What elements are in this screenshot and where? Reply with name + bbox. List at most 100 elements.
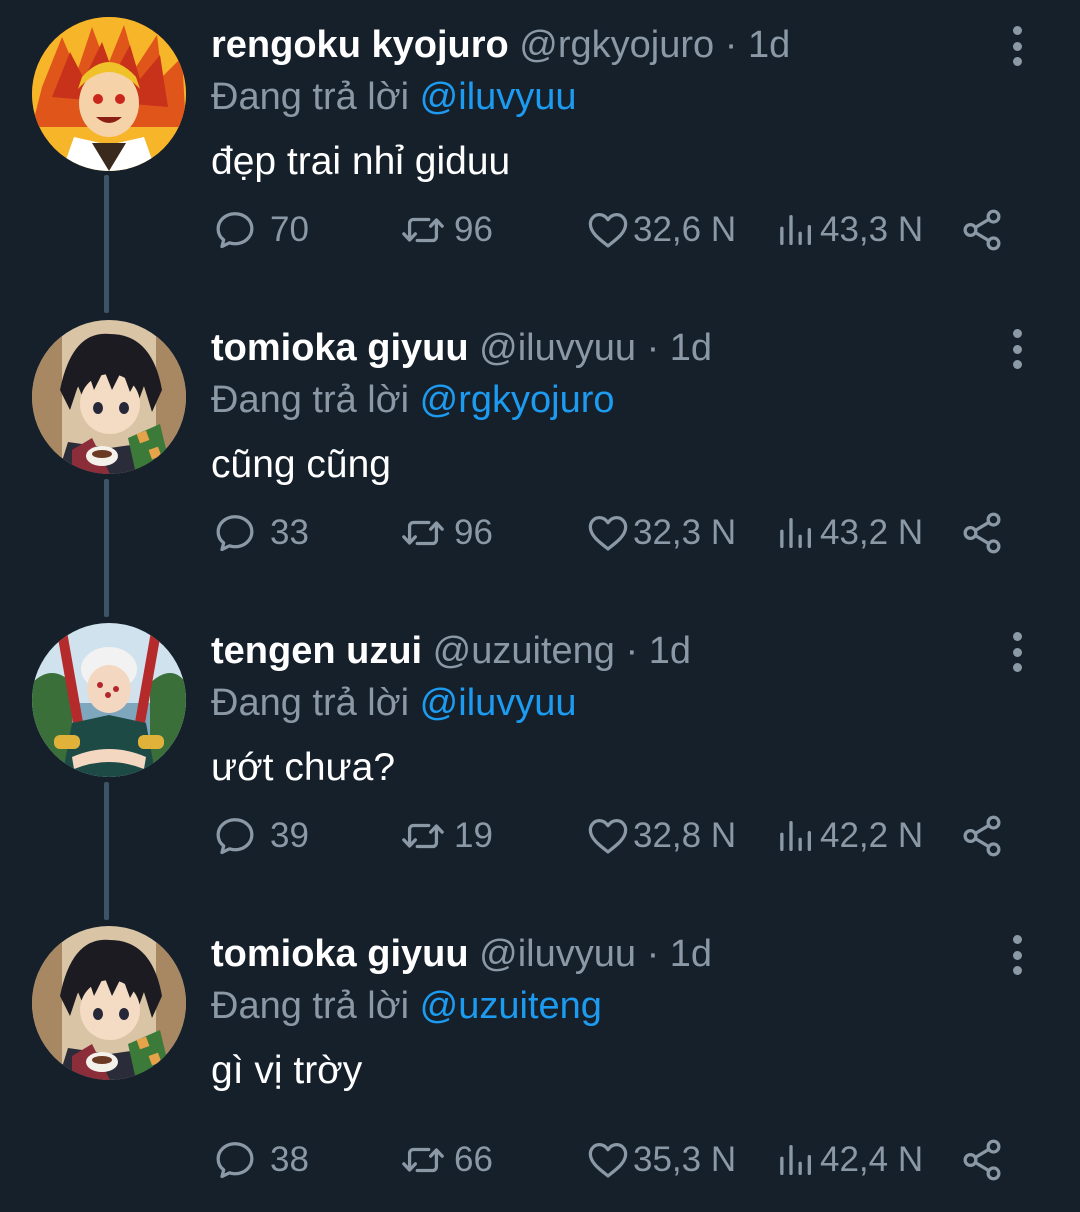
retweet-button[interactable]: 66 <box>396 1130 493 1190</box>
share-nodes-icon <box>959 510 1005 556</box>
timestamp[interactable]: 1d <box>670 933 712 975</box>
view-count: 42,2 N <box>820 816 924 855</box>
author-handle[interactable]: @uzuiteng <box>433 630 615 672</box>
replying-to-label: Đang trả lời <box>211 379 410 421</box>
replying-to-label: Đang trả lời <box>211 985 410 1027</box>
author-handle[interactable]: @rgkyojuro <box>519 24 714 66</box>
more-options-icon[interactable] <box>1000 630 1034 674</box>
rengoku-avatar-image <box>32 17 186 171</box>
like-count: 32,3 N <box>633 513 737 552</box>
bar-chart-icon <box>776 816 816 856</box>
retweet-button[interactable]: 96 <box>396 200 493 260</box>
author-name[interactable]: tomioka giyuu <box>211 327 469 369</box>
like-button[interactable]: 32,3 N <box>585 503 736 563</box>
retweet-button[interactable]: 19 <box>396 806 493 866</box>
timestamp[interactable]: 1d <box>649 630 691 672</box>
bar-chart-icon <box>776 210 816 250</box>
share-button[interactable] <box>959 200 1005 260</box>
heart-outline-icon <box>585 1137 631 1183</box>
mention-link[interactable]: @rgkyojuro <box>420 379 615 421</box>
more-options-icon[interactable] <box>1000 24 1034 68</box>
avatar[interactable] <box>32 623 186 777</box>
action-bar: 38 66 35,3 N 42,4 N <box>0 1130 1080 1190</box>
retweet-arrows-icon <box>396 207 450 253</box>
timestamp[interactable]: 1d <box>670 327 712 369</box>
retweet-count: 96 <box>454 210 493 249</box>
replying-to: Đang trả lời @rgkyojuro <box>211 375 615 425</box>
tweet-text: ướt chưa? <box>211 746 396 789</box>
avatar[interactable] <box>32 926 186 1080</box>
views-button[interactable]: 42,4 N <box>776 1130 923 1190</box>
retweet-arrows-icon <box>396 1137 450 1183</box>
views-button[interactable]: 42,2 N <box>776 806 923 866</box>
share-button[interactable] <box>959 806 1005 866</box>
more-options-icon[interactable] <box>1000 933 1034 977</box>
timestamp[interactable]: 1d <box>748 24 790 66</box>
tweet-text: đẹp trai nhỉ giduu <box>211 140 511 183</box>
like-button[interactable]: 35,3 N <box>585 1130 736 1190</box>
tweet-header: rengoku kyojuro @rgkyojuro · 1d <box>211 20 790 70</box>
mention-link[interactable]: @iluvyuu <box>420 682 577 724</box>
heart-outline-icon <box>585 510 631 556</box>
share-button[interactable] <box>959 1130 1005 1190</box>
like-button[interactable]: 32,6 N <box>585 200 736 260</box>
heart-outline-icon <box>585 207 631 253</box>
author-handle[interactable]: @iluvyuu <box>479 327 636 369</box>
reply-count: 33 <box>270 513 309 552</box>
tweet-text: cũng cũng <box>211 443 391 486</box>
speech-bubble-icon <box>212 813 258 859</box>
retweet-count: 96 <box>454 513 493 552</box>
replying-to: Đang trả lời @uzuiteng <box>211 981 602 1031</box>
heart-outline-icon <box>585 813 631 859</box>
speech-bubble-icon <box>212 510 258 556</box>
avatar[interactable] <box>32 320 186 474</box>
tweet[interactable]: tengen uzui @uzuiteng · 1d Đang trả lời … <box>0 606 1080 909</box>
tweet[interactable]: rengoku kyojuro @rgkyojuro · 1d Đang trả… <box>0 0 1080 303</box>
replying-to-label: Đang trả lời <box>211 76 410 118</box>
reply-button[interactable]: 33 <box>212 503 309 563</box>
mention-link[interactable]: @iluvyuu <box>420 76 577 118</box>
retweet-count: 66 <box>454 1140 493 1179</box>
retweet-button[interactable]: 96 <box>396 503 493 563</box>
tweet[interactable]: tomioka giyuu @iluvyuu · 1d Đang trả lời… <box>0 909 1080 1212</box>
author-name[interactable]: tengen uzui <box>211 630 422 672</box>
reply-button[interactable]: 70 <box>212 200 309 260</box>
speech-bubble-icon <box>212 1137 258 1183</box>
tweet-text: gì vị trờy <box>211 1049 363 1092</box>
views-button[interactable]: 43,2 N <box>776 503 923 563</box>
reply-count: 39 <box>270 816 309 855</box>
share-button[interactable] <box>959 503 1005 563</box>
replying-to: Đang trả lời @iluvyuu <box>211 72 577 122</box>
more-options-icon[interactable] <box>1000 327 1034 371</box>
author-handle[interactable]: @iluvyuu <box>479 933 636 975</box>
retweet-arrows-icon <box>396 813 450 859</box>
retweet-count: 19 <box>454 816 493 855</box>
tweet-header: tomioka giyuu @iluvyuu · 1d <box>211 323 712 373</box>
replying-to-label: Đang trả lời <box>211 682 410 724</box>
reply-thread: rengoku kyojuro @rgkyojuro · 1d Đang trả… <box>0 0 1080 1199</box>
author-name[interactable]: rengoku kyojuro <box>211 24 509 66</box>
speech-bubble-icon <box>212 207 258 253</box>
separator-dot: · <box>724 24 738 66</box>
separator-dot: · <box>625 630 639 672</box>
tweet[interactable]: tomioka giyuu @iluvyuu · 1d Đang trả lời… <box>0 303 1080 606</box>
views-button[interactable]: 43,3 N <box>776 200 923 260</box>
reply-button[interactable]: 38 <box>212 1130 309 1190</box>
view-count: 43,2 N <box>820 513 924 552</box>
separator-dot: · <box>646 327 660 369</box>
like-count: 35,3 N <box>633 1140 737 1179</box>
replying-to: Đang trả lời @iluvyuu <box>211 678 577 728</box>
reply-count: 38 <box>270 1140 309 1179</box>
avatar[interactable] <box>32 17 186 171</box>
reply-count: 70 <box>270 210 309 249</box>
bar-chart-icon <box>776 513 816 553</box>
like-button[interactable]: 32,8 N <box>585 806 736 866</box>
tweet-header: tomioka giyuu @iluvyuu · 1d <box>211 929 712 979</box>
reply-button[interactable]: 39 <box>212 806 309 866</box>
like-count: 32,8 N <box>633 816 737 855</box>
share-nodes-icon <box>959 1137 1005 1183</box>
mention-link[interactable]: @uzuiteng <box>420 985 602 1027</box>
action-bar: 33 96 32,3 N 43,2 N <box>0 503 1080 563</box>
author-name[interactable]: tomioka giyuu <box>211 933 469 975</box>
separator-dot: · <box>646 933 660 975</box>
